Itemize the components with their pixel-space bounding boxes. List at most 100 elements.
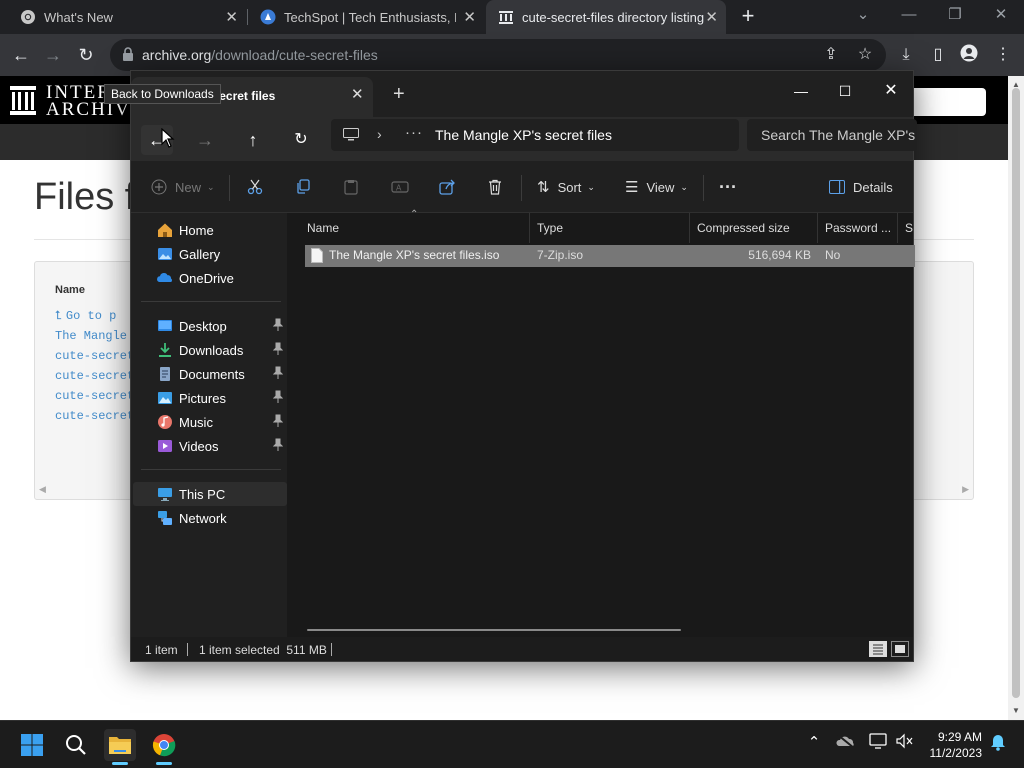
minimize-icon[interactable]: — [781,77,821,105]
more-dots-icon[interactable]: ··· [405,124,423,141]
close-window-icon[interactable]: ✕ [871,77,911,105]
column-header-label: Name [307,221,340,235]
new-button[interactable]: New ⌄ [151,175,215,199]
tab-search-chevron-icon[interactable]: ⌄ [840,0,886,32]
clock[interactable]: 9:29 AM 11/2/2023 [920,729,983,761]
search-button[interactable] [60,729,92,761]
pin-icon[interactable] [273,438,283,452]
side-panel-icon[interactable]: ▯ [927,44,949,66]
scroll-right-icon[interactable]: ▶ [962,484,969,495]
nav-item-music[interactable]: Music [133,410,287,434]
listing-parent-link[interactable]: ⮤ Go to p [55,308,116,323]
nav-item-desktop[interactable]: Desktop [133,314,287,338]
delete-button[interactable] [487,175,503,199]
reload-icon[interactable]: ↻ [73,42,99,68]
nav-item-network[interactable]: Network [133,506,287,530]
tiles-view-toggle[interactable] [891,641,909,657]
file-list-pane: Name ⌃ Type Compressed size Password ...… [289,209,915,637]
listing-row[interactable]: cute-secret [55,369,134,383]
url-text: archive.org/download/cute-secret-files [142,47,378,63]
page-vertical-scrollbar[interactable]: ▲ ▼ [1008,76,1024,720]
close-tab-icon[interactable]: ✕ [351,85,364,103]
archive-building-icon [10,86,36,115]
download-icon[interactable]: ⤓ [895,44,917,66]
nav-label: Home [179,222,214,238]
scroll-down-icon[interactable]: ▼ [1012,706,1020,715]
pin-icon[interactable] [273,318,283,332]
nav-item-this-pc[interactable]: This PC [133,482,287,506]
details-view-toggle[interactable] [869,641,887,657]
nav-item-videos[interactable]: Videos [133,434,287,458]
up-arrow-icon[interactable]: ↑ [237,125,269,155]
nav-item-gallery[interactable]: Gallery [133,242,287,266]
paste-button[interactable] [343,175,359,199]
volume-muted-icon[interactable] [892,733,916,757]
listing-column-name[interactable]: Name [55,284,85,296]
back-arrow-icon[interactable]: ← [8,42,34,68]
explorer-search-input[interactable]: Search The Mangle XP's s [747,119,917,151]
minimize-icon[interactable]: — [886,0,932,32]
file-row-selected[interactable]: The Mangle XP's secret files.iso 7-Zip.i… [305,245,915,267]
network-icon [157,510,173,526]
address-bar[interactable]: archive.org/download/cute-secret-files ⇪… [110,39,886,71]
network-icon[interactable] [866,733,890,757]
column-header-type[interactable]: Type [529,213,689,243]
start-button[interactable] [16,729,48,761]
pin-icon[interactable] [273,414,283,428]
scroll-left-icon[interactable]: ◀ [39,484,46,495]
cut-button[interactable] [247,175,263,199]
new-tab-button[interactable]: + [737,4,759,30]
scrollbar-thumb[interactable] [1012,88,1020,698]
forward-arrow-icon[interactable]: → [40,42,66,68]
new-explorer-tab-button[interactable]: + [393,83,405,106]
profile-icon[interactable] [958,44,980,66]
close-window-icon[interactable]: ✕ [978,0,1024,32]
chrome-taskbar-button[interactable] [148,729,180,765]
tab-title: What's New [44,9,113,25]
pin-icon[interactable] [273,390,283,404]
close-tab-icon[interactable]: ✕ [225,8,238,26]
listing-row[interactable]: cute-secret [55,349,134,363]
file-explorer-taskbar-button[interactable] [104,729,136,765]
share-icon[interactable]: ⇪ [820,44,842,66]
breadcrumb-bar[interactable]: › ··· The Mangle XP's secret files [331,119,739,151]
more-options-icon[interactable]: ··· [719,175,737,199]
nav-item-home[interactable]: Home [133,218,287,242]
listing-row[interactable]: cute-secret [55,389,134,403]
nav-item-downloads[interactable]: Downloads [133,338,287,362]
column-header-size[interactable]: Si [897,213,913,243]
maximize-icon[interactable]: ☐ [825,77,865,105]
sort-button[interactable]: ⇅ Sort ⌄ [537,175,595,199]
breadcrumb-current[interactable]: The Mangle XP's secret files [435,127,612,143]
pin-icon[interactable] [273,342,283,356]
close-tab-icon[interactable]: ✕ [705,8,718,26]
restore-icon[interactable]: ❐ [932,0,978,32]
notification-bell-icon[interactable] [986,733,1010,757]
onedrive-sync-off-icon[interactable] [834,733,858,757]
column-header-password[interactable]: Password ... [817,213,897,243]
nav-item-onedrive[interactable]: OneDrive [133,266,287,290]
listing-row[interactable]: The Mangle [55,329,127,343]
column-header-compressed-size[interactable]: Compressed size [689,213,817,243]
listing-row[interactable]: cute-secret [55,409,134,423]
bookmark-star-icon[interactable]: ☆ [854,44,876,66]
nav-item-documents[interactable]: Documents [133,362,287,386]
file-list-horizontal-scrollbar[interactable] [307,629,681,631]
nav-item-pictures[interactable]: Pictures [133,386,287,410]
share-button[interactable] [439,175,457,199]
browser-tab-whats-new[interactable]: What's New ✕ [0,0,246,34]
chevron-up-icon[interactable]: ⌃ [802,733,826,757]
browser-tab-cute-secret-files[interactable]: cute-secret-files directory listing ✕ [486,0,726,34]
close-tab-icon[interactable]: ✕ [463,8,476,26]
refresh-icon[interactable]: ↻ [285,125,317,155]
forward-arrow-icon[interactable]: → [189,125,221,155]
chrome-icon [152,734,176,757]
copy-button[interactable] [295,175,311,199]
browser-tab-techspot[interactable]: TechSpot | Tech Enthusiasts, Pow ✕ [248,0,484,34]
chevron-right-icon[interactable]: › [377,126,382,142]
details-pane-button[interactable]: Details [829,175,893,199]
menu-dots-icon[interactable]: ⋮ [992,44,1014,66]
view-button[interactable]: ☰ View ⌄ [625,175,688,199]
rename-button[interactable]: A [391,175,409,199]
pin-icon[interactable] [273,366,283,380]
